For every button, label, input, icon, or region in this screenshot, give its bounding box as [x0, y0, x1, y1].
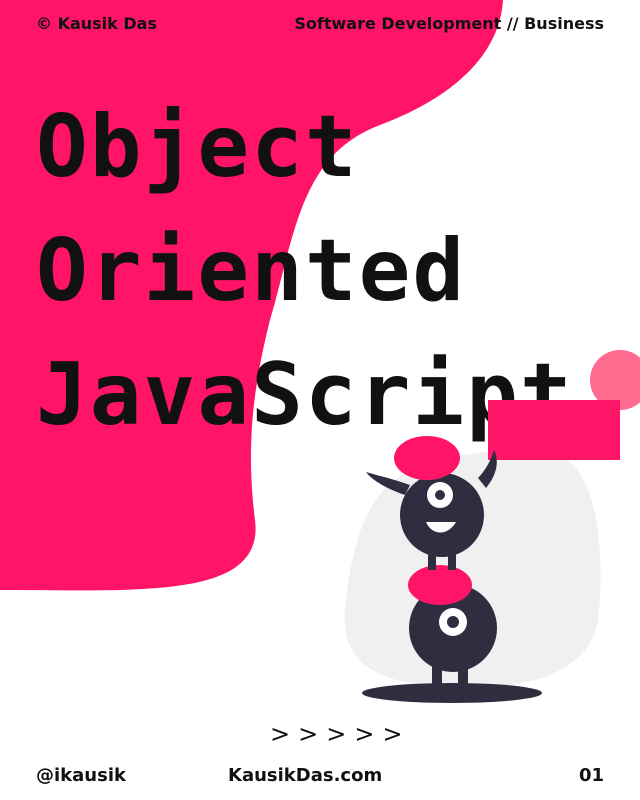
chevron-right-icon: >	[382, 720, 403, 748]
website-link[interactable]: KausikDas.com	[228, 765, 382, 786]
social-handle: @ikausik	[36, 765, 126, 786]
next-chevrons[interactable]: > > > > >	[270, 720, 403, 748]
chevron-right-icon: >	[298, 720, 319, 748]
page-number: 01	[578, 765, 604, 786]
title-line-3: JavaScript	[36, 345, 574, 445]
topic-tagline: Software Development // Business	[294, 14, 604, 33]
title-line-2: Oriented	[36, 221, 467, 321]
chevron-right-icon: >	[326, 720, 347, 748]
chevron-right-icon: >	[354, 720, 375, 748]
chevron-right-icon: >	[270, 720, 291, 748]
title-line-1: Object	[36, 97, 359, 197]
author-credit: © Kausik Das	[36, 14, 157, 33]
